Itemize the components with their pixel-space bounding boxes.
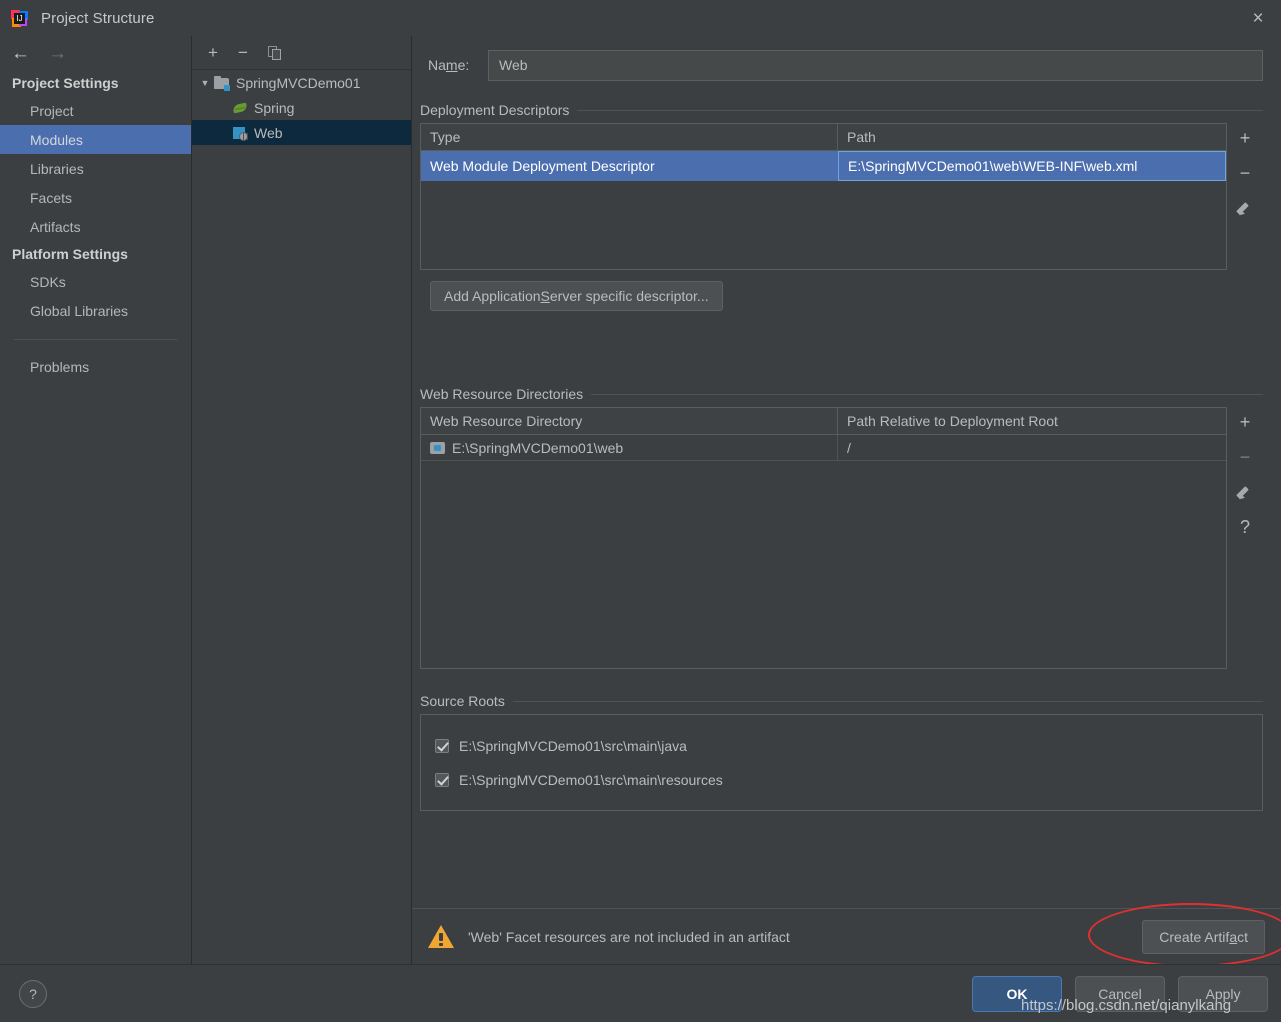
help-button[interactable]: ? bbox=[19, 979, 47, 1008]
source-root-label: E:\SpringMVCDemo01\src\main\java bbox=[459, 738, 687, 754]
deployment-descriptors-group: Deployment Descriptors Type Path Web Mod… bbox=[420, 102, 1263, 311]
intellij-idea-icon: IJ bbox=[11, 9, 28, 27]
deployment-descriptors-tools: + − bbox=[1227, 123, 1263, 270]
web-resource-directories-group: Web Resource Directories Web Resource Di… bbox=[420, 386, 1263, 669]
source-root-checkbox[interactable] bbox=[435, 739, 449, 753]
web-resource-directories-title: Web Resource Directories bbox=[420, 386, 1263, 407]
add-descriptor-icon[interactable]: + bbox=[1233, 127, 1257, 149]
cancel-button[interactable]: Cancel bbox=[1075, 975, 1165, 1012]
tree-node-label: Spring bbox=[254, 99, 295, 116]
sidebar-divider bbox=[14, 339, 177, 340]
add-web-resource-icon[interactable]: + bbox=[1233, 411, 1257, 433]
cell-directory[interactable]: E:\SpringMVCDemo01\web bbox=[421, 435, 838, 460]
source-root-label: E:\SpringMVCDemo01\src\main\resources bbox=[459, 772, 723, 788]
sidebar-group-platform-settings: Platform Settings bbox=[12, 246, 128, 262]
module-detail-panel: Name: Web Deployment Descriptors Type Pa… bbox=[412, 36, 1281, 964]
back-arrow-icon[interactable]: ← bbox=[11, 44, 30, 63]
web-facet-icon bbox=[232, 125, 248, 141]
title-bar: IJ Project Structure × bbox=[0, 0, 1281, 36]
remove-web-resource-icon[interactable]: − bbox=[1233, 446, 1257, 468]
source-root-checkbox[interactable] bbox=[435, 773, 449, 787]
web-resource-directories-tools: + − ? bbox=[1227, 407, 1263, 669]
warning-message: 'Web' Facet resources are not included i… bbox=[468, 928, 790, 945]
tree-node-label: Web bbox=[254, 124, 283, 141]
table-body: E:\SpringMVCDemo01\web / bbox=[421, 435, 1226, 669]
tree-node-springmvcdemo01[interactable]: ▼ SpringMVCDemo01 bbox=[192, 70, 411, 95]
group-rule bbox=[577, 109, 1263, 111]
dialog-footer: ? OK Cancel Apply bbox=[0, 964, 1281, 1022]
group-title-text: Source Roots bbox=[420, 693, 505, 709]
cell-relative-path[interactable]: / bbox=[838, 435, 1226, 460]
column-header-web-resource-directory[interactable]: Web Resource Directory bbox=[421, 408, 838, 434]
help-web-resource-icon[interactable]: ? bbox=[1233, 516, 1257, 538]
close-icon[interactable]: × bbox=[1235, 0, 1281, 36]
ok-button[interactable]: OK bbox=[972, 975, 1062, 1012]
cell-directory-text: E:\SpringMVCDemo01\web bbox=[452, 439, 624, 456]
cell-path[interactable]: E:\SpringMVCDemo01\web\WEB-INF\web.xml bbox=[838, 151, 1226, 181]
column-header-type[interactable]: Type bbox=[421, 124, 838, 150]
deployment-descriptors-table: Type Path Web Module Deployment Descript… bbox=[420, 123, 1227, 270]
web-directory-icon bbox=[430, 441, 445, 455]
edit-descriptor-icon[interactable] bbox=[1233, 197, 1257, 219]
sidebar-item-project[interactable]: Project bbox=[0, 96, 191, 125]
project-structure-dialog: IJ Project Structure × ← → Project Setti… bbox=[0, 0, 1281, 1022]
sidebar-item-artifacts[interactable]: Artifacts bbox=[0, 212, 191, 241]
sidebar-nav: ← → bbox=[0, 36, 191, 70]
table-row[interactable]: Web Module Deployment Descriptor E:\Spri… bbox=[421, 151, 1226, 181]
source-roots-title: Source Roots bbox=[420, 693, 1263, 714]
web-resource-directories-table: Web Resource Directory Path Relative to … bbox=[420, 407, 1227, 669]
remove-descriptor-icon[interactable]: − bbox=[1233, 162, 1257, 184]
name-label: Name: bbox=[428, 57, 470, 73]
deployment-descriptors-title: Deployment Descriptors bbox=[420, 102, 1263, 123]
sidebar-item-sdks[interactable]: SDKs bbox=[0, 267, 191, 296]
sidebar-item-facets[interactable]: Facets bbox=[0, 183, 191, 212]
window-title: Project Structure bbox=[41, 9, 155, 27]
group-title-text: Web Resource Directories bbox=[420, 386, 584, 402]
module-folder-icon bbox=[214, 75, 230, 91]
spring-leaf-icon bbox=[232, 100, 248, 116]
edit-web-resource-icon[interactable] bbox=[1233, 481, 1257, 503]
table-header: Web Resource Directory Path Relative to … bbox=[421, 408, 1226, 435]
tree-node-label: SpringMVCDemo01 bbox=[236, 74, 361, 91]
facet-warning-bar: 'Web' Facet resources are not included i… bbox=[412, 908, 1281, 964]
deployment-descriptors-tablewrap: Type Path Web Module Deployment Descript… bbox=[420, 123, 1263, 270]
forward-arrow-icon[interactable]: → bbox=[48, 44, 67, 63]
table-row[interactable]: E:\SpringMVCDemo01\web / bbox=[421, 435, 1226, 461]
group-title-text: Deployment Descriptors bbox=[420, 102, 570, 118]
name-input[interactable]: Web bbox=[488, 49, 1263, 81]
chevron-down-icon[interactable]: ▼ bbox=[196, 78, 214, 88]
sidebar-group-project-settings: Project Settings bbox=[12, 75, 119, 91]
module-tree-panel: + − ▼ SpringMVCDemo01 Spring Web bbox=[192, 36, 412, 964]
column-header-path-relative[interactable]: Path Relative to Deployment Root bbox=[838, 408, 1226, 434]
copy-module-icon[interactable] bbox=[267, 45, 282, 60]
tree-node-spring[interactable]: Spring bbox=[192, 95, 411, 120]
name-row: Name: Web bbox=[420, 49, 1263, 81]
list-item[interactable]: E:\SpringMVCDemo01\src\main\resources bbox=[435, 763, 1262, 797]
add-module-icon[interactable]: + bbox=[208, 44, 218, 61]
remove-module-icon[interactable]: − bbox=[238, 44, 248, 61]
tree-node-web[interactable]: Web bbox=[192, 120, 411, 145]
source-roots-group: Source Roots E:\SpringMVCDemo01\src\main… bbox=[420, 693, 1263, 811]
list-item[interactable]: E:\SpringMVCDemo01\src\main\java bbox=[435, 729, 1262, 763]
table-header: Type Path bbox=[421, 124, 1226, 151]
web-resource-directories-tablewrap: Web Resource Directory Path Relative to … bbox=[420, 407, 1263, 669]
apply-button[interactable]: Apply bbox=[1178, 975, 1268, 1012]
column-header-path[interactable]: Path bbox=[838, 124, 1226, 150]
source-roots-list: E:\SpringMVCDemo01\src\main\java E:\Spri… bbox=[420, 714, 1263, 811]
create-artifact-button[interactable]: Create Artif a ct bbox=[1142, 919, 1265, 954]
settings-sidebar: ← → Project Settings Project Modules Lib… bbox=[0, 36, 192, 964]
group-rule bbox=[591, 393, 1263, 395]
cell-type[interactable]: Web Module Deployment Descriptor bbox=[421, 151, 838, 181]
sidebar-item-modules[interactable]: Modules bbox=[0, 125, 191, 154]
sidebar-item-global-libraries[interactable]: Global Libraries bbox=[0, 296, 191, 325]
group-rule bbox=[512, 700, 1263, 702]
module-tree-toolbar: + − bbox=[192, 36, 411, 70]
sidebar-item-libraries[interactable]: Libraries bbox=[0, 154, 191, 183]
add-application-server-descriptor-button[interactable]: Add Application Server specific descript… bbox=[430, 281, 723, 311]
warning-triangle-icon bbox=[428, 925, 454, 948]
sidebar-item-problems[interactable]: Problems bbox=[0, 352, 191, 381]
